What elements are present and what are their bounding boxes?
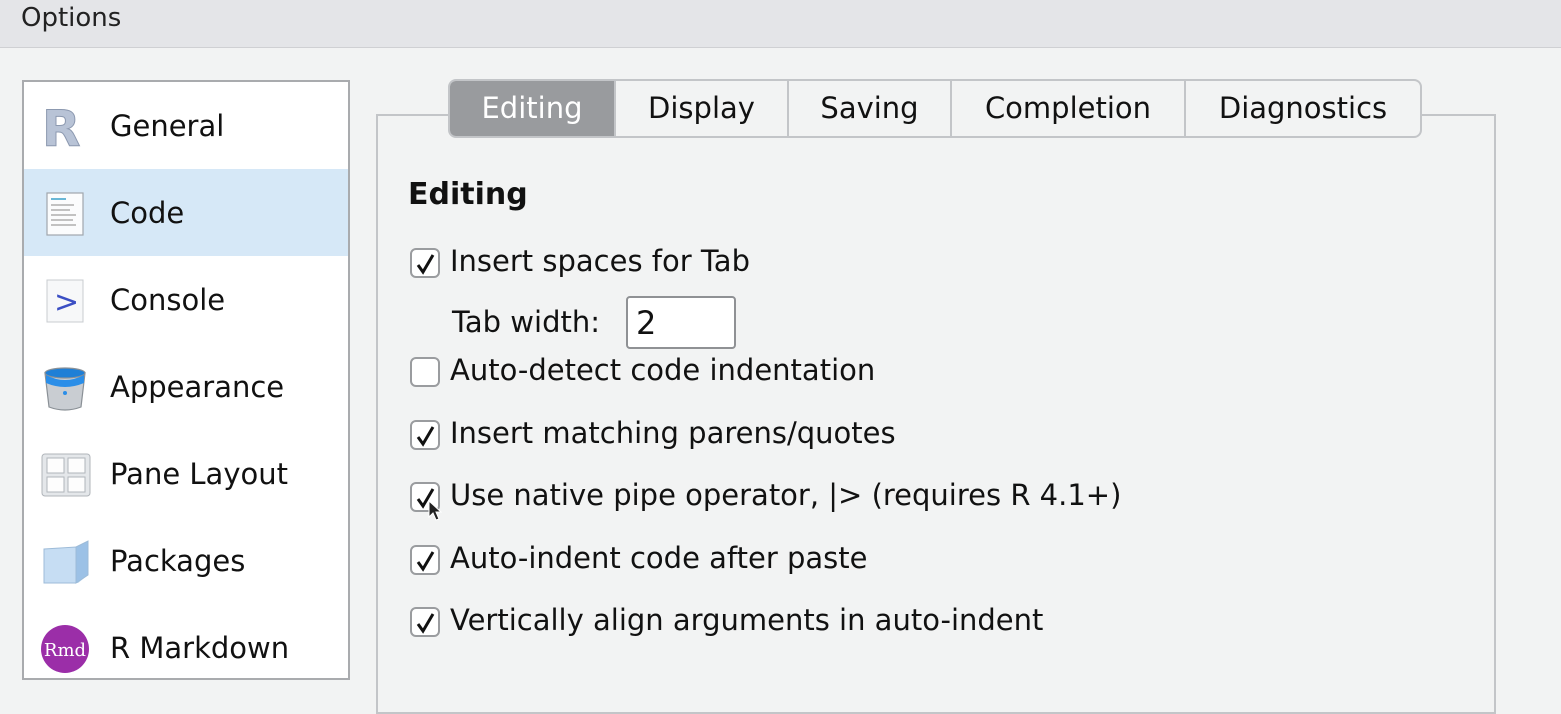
option-label: Insert spaces for Tab (450, 244, 750, 278)
sidebar-item-pane-layout[interactable]: Pane Layout (24, 430, 348, 517)
sidebar-item-label: Pane Layout (110, 457, 288, 491)
sidebar-item-label: R Markdown (110, 631, 290, 665)
sidebar-item-label: Appearance (110, 370, 285, 404)
console-prompt-icon: > (40, 276, 90, 326)
options-sidebar: R General Code > Console Appearance Pane… (22, 80, 350, 680)
sidebar-item-label: Code (110, 196, 185, 230)
sidebar-item-code[interactable]: Code (24, 169, 348, 256)
sidebar-item-packages[interactable]: Packages (24, 517, 348, 604)
section-title: Editing (408, 177, 528, 212)
tab-saving[interactable]: Saving (789, 81, 952, 136)
auto-detect-checkbox[interactable] (410, 357, 440, 387)
sidebar-item-appearance[interactable]: Appearance (24, 343, 348, 430)
svg-text:>: > (54, 285, 79, 320)
package-box-icon (40, 537, 90, 587)
sidebar-item-label: Console (110, 283, 226, 317)
tab-diagnostics[interactable]: Diagnostics (1186, 81, 1420, 136)
sidebar-item-label: Packages (110, 544, 246, 578)
pane-grid-icon (40, 450, 91, 500)
sidebar-item-label: General (110, 109, 225, 143)
sidebar-item-general[interactable]: R General (24, 82, 348, 169)
window-title: Options (21, 3, 122, 33)
tab-bar: Editing Display Saving Completion Diagno… (448, 79, 1422, 138)
tab-display[interactable]: Display (616, 81, 789, 136)
title-bar: Options (0, 0, 1561, 48)
option-label: Vertically align arguments in auto-inden… (450, 603, 1044, 637)
auto-indent-paste-checkbox[interactable] (410, 545, 440, 575)
tab-completion[interactable]: Completion (952, 81, 1186, 136)
tab-editing[interactable]: Editing (450, 81, 616, 136)
insert-spaces-checkbox[interactable] (410, 248, 440, 278)
option-label: Auto-detect code indentation (450, 353, 876, 387)
matching-parens-checkbox[interactable] (410, 420, 440, 450)
r-logo-icon: R (40, 100, 90, 159)
option-label: Use native pipe operator, |> (requires R… (450, 478, 1122, 512)
option-label: Insert matching parens/quotes (450, 416, 896, 450)
option-label: Auto-indent code after paste (450, 541, 868, 575)
tab-width-label: Tab width: (452, 305, 601, 339)
sidebar-item-console[interactable]: > Console (24, 256, 348, 343)
vertical-align-checkbox[interactable] (410, 607, 440, 637)
paint-bucket-icon (40, 363, 90, 413)
tab-width-input[interactable]: 2 (626, 296, 736, 349)
sidebar-item-r-markdown[interactable]: Rmd R Markdown (24, 604, 348, 691)
svg-text:R: R (42, 102, 81, 152)
mouse-pointer-icon (428, 499, 443, 526)
code-document-icon (40, 189, 90, 239)
rmd-logo-icon: Rmd (40, 624, 90, 674)
svg-text:Rmd: Rmd (44, 640, 86, 661)
